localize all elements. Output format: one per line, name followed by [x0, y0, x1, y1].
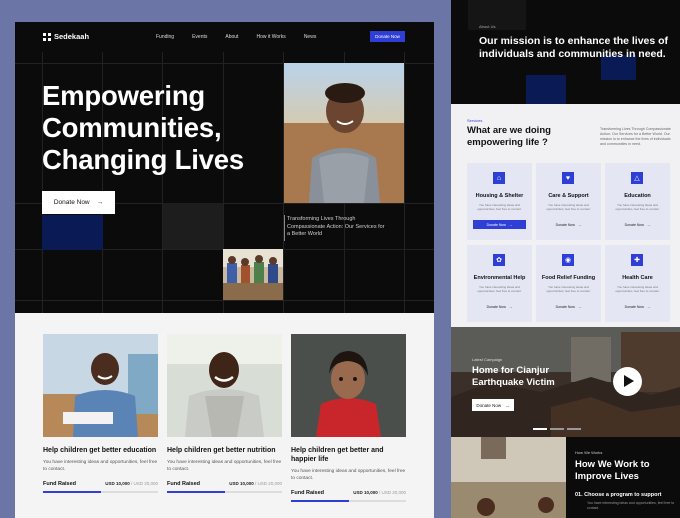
service-donate-button[interactable]: Donate Now →: [611, 220, 664, 229]
arrow-right-icon: →: [508, 222, 513, 227]
fund-value: USD 10,000 / USD 20,000: [229, 481, 282, 486]
campaign-card[interactable]: Help children get better and happier lif…: [291, 334, 406, 502]
campaign-photo: [167, 334, 282, 437]
hero-caption: Transforming Lives Through Compassionate…: [287, 216, 385, 237]
service-donate-button[interactable]: Donate Now →: [611, 302, 664, 311]
fund-label: Fund Raised: [291, 490, 325, 496]
how-photo: [451, 437, 566, 518]
arrow-right-icon: →: [505, 402, 510, 408]
service-card-care[interactable]: ♥ Care & Support You have interesting id…: [536, 163, 601, 240]
how-step: 01. Choose a program to support: [575, 492, 662, 498]
food-icon: ◉: [562, 254, 574, 266]
services-desc: Transforming Lives Through Compassionate…: [600, 127, 671, 146]
leaf-icon: ✿: [493, 254, 505, 266]
hero-donate-label: Donate Now: [53, 199, 90, 206]
service-card-health[interactable]: ✚ Health Care You have interesting ideas…: [605, 245, 670, 322]
service-card-food[interactable]: ◉ Food Relief Funding You have interesti…: [536, 245, 601, 322]
service-donate-button[interactable]: Donate Now →: [542, 220, 595, 229]
service-donate-button[interactable]: Donate Now →: [473, 302, 526, 311]
nav-link-how-it-works[interactable]: How it Works: [256, 34, 285, 40]
campaign-title: Help children get better education: [43, 447, 157, 454]
health-icon: ✚: [631, 254, 643, 266]
fund-value: USD 10,000 / USD 20,000: [353, 490, 406, 495]
how-we-work-section: How We Works How We Work to Improve Live…: [451, 437, 680, 518]
mission-section: About Us Our mission is to enhance the l…: [451, 0, 680, 104]
nav-link-events[interactable]: Events: [192, 34, 207, 40]
latest-title: Home for Cianjur Earthquake Victim: [472, 365, 555, 388]
nav-donate-button[interactable]: Donate Now: [370, 31, 405, 42]
service-card-education[interactable]: △ Education You have interesting ideas a…: [605, 163, 670, 240]
services-section: Services What are we doing empowering li…: [451, 104, 680, 327]
campaign-photo: [43, 334, 158, 437]
hero-title: Empowering Communities, Changing Lives: [42, 80, 244, 175]
hero-donate-button[interactable]: Donate Now →: [42, 191, 115, 214]
services-title: What are we doing empowering life ?: [467, 125, 551, 148]
hero-child-photo: [284, 63, 404, 203]
campaign-desc: You have interesting ideas and opportuni…: [167, 460, 282, 472]
service-donate-button[interactable]: Donate Now →: [542, 302, 595, 311]
campaign-title: Help children get better and happier lif…: [291, 447, 384, 463]
campaign-card[interactable]: Help children get better nutrition You h…: [167, 334, 282, 493]
arrow-right-icon: →: [646, 222, 651, 227]
campaign-title: Help children get better nutrition: [167, 447, 276, 454]
campaign-photo: [291, 334, 406, 437]
service-card-housing[interactable]: ⌂ Housing & Shelter You have interesting…: [467, 163, 532, 240]
landing-page-mockup: Sedekaah Funding Events About How it Wor…: [15, 22, 434, 518]
nav-link-funding[interactable]: Funding: [156, 34, 174, 40]
mission-tag: About Us: [479, 24, 496, 29]
mission-text: Our mission is to enhance the lives of i…: [479, 35, 669, 60]
campaign-desc: You have interesting ideas and opportuni…: [291, 469, 406, 481]
heart-icon: ♥: [562, 172, 574, 184]
arrow-right-icon: →: [577, 304, 582, 309]
nav-link-news[interactable]: News: [304, 34, 317, 40]
nav-link-about[interactable]: About: [225, 34, 238, 40]
fund-progress-bar: [43, 491, 158, 493]
classroom-photo: [223, 249, 283, 300]
arrow-right-icon: →: [577, 222, 582, 227]
top-navbar: Sedekaah Funding Events About How it Wor…: [15, 22, 434, 52]
hero-section: Sedekaah Funding Events About How it Wor…: [15, 22, 434, 313]
fund-progress-bar: [167, 491, 282, 493]
services-tag: Services: [467, 118, 483, 123]
brand-logo[interactable]: Sedekaah: [43, 32, 89, 41]
arrow-right-icon: →: [646, 304, 651, 309]
campaign-desc: You have interesting ideas and opportuni…: [43, 460, 158, 472]
fund-label: Fund Raised: [167, 481, 201, 487]
about-page-mockup: About Us Our mission is to enhance the l…: [451, 0, 680, 518]
graduation-icon: △: [631, 172, 643, 184]
brand-name: Sedekaah: [54, 32, 90, 41]
fund-value: USD 10,000 / USD 20,000: [105, 481, 158, 486]
fund-progress-bar: [291, 500, 406, 502]
service-card-environment[interactable]: ✿ Environmental Help You have interestin…: [467, 245, 532, 322]
arrow-right-icon: →: [96, 199, 104, 206]
how-step-desc: You have interesting ideas and opportuni…: [587, 501, 675, 510]
house-icon: ⌂: [493, 172, 505, 184]
arrow-right-icon: →: [508, 304, 513, 309]
latest-donate-button[interactable]: Donate Now →: [472, 399, 514, 411]
fund-label: Fund Raised: [43, 481, 77, 487]
play-video-button[interactable]: [613, 367, 642, 396]
carousel-indicator[interactable]: [533, 428, 581, 430]
latest-tag: Latest Campaign: [472, 357, 503, 362]
how-title: How We Work to Improve Lives: [575, 459, 650, 482]
logo-icon: [43, 32, 51, 41]
service-donate-button[interactable]: Donate Now →: [473, 220, 526, 229]
campaign-card[interactable]: Help children get better education You h…: [43, 334, 158, 493]
campaign-cards-section: Help children get better education You h…: [15, 313, 434, 518]
how-tag: How We Works: [575, 450, 603, 455]
latest-campaign-banner: Latest Campaign Home for Cianjur Earthqu…: [451, 327, 680, 437]
